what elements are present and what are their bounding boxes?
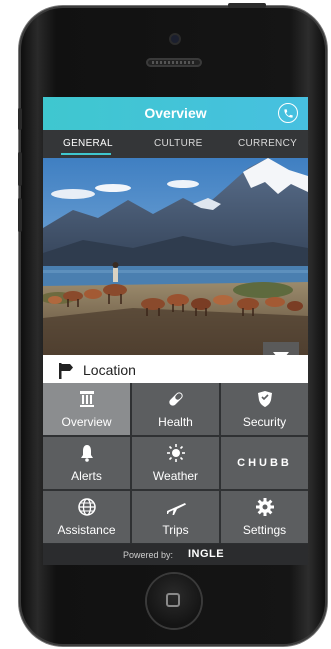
menu-tile-label: Settings — [242, 523, 287, 537]
tab-selected-indicator — [61, 153, 111, 155]
app-screen: Overview GENERAL CULTURE CURRENCY Locati… — [43, 97, 308, 565]
page-title: Overview — [144, 105, 207, 121]
menu-tile-security[interactable]: Security — [221, 383, 308, 435]
menu-tile-overview[interactable]: Overview — [43, 383, 130, 435]
menu-tile-weather[interactable]: Weather — [132, 437, 219, 489]
menu-tile-assistance[interactable]: Assistance — [43, 491, 130, 543]
tab-currency[interactable]: CURRENCY — [238, 138, 297, 149]
earpiece-speaker — [146, 58, 202, 67]
menu-tile-settings[interactable]: Settings — [221, 491, 308, 543]
sun-icon — [166, 444, 185, 462]
menu-tile-label: Security — [242, 415, 287, 429]
volume-down-button — [18, 198, 22, 232]
home-button[interactable] — [147, 574, 201, 628]
signpost-icon — [59, 363, 73, 379]
airplane-icon — [166, 503, 186, 515]
front-camera — [171, 35, 179, 43]
pillar-icon — [79, 391, 94, 407]
menu-tile-label: Alerts — [71, 469, 102, 483]
menu-tile-label: Assistance — [57, 523, 116, 537]
gear-icon — [255, 498, 274, 516]
menu-tile-trips[interactable]: Trips — [132, 491, 219, 543]
app-header: Overview — [43, 97, 308, 130]
menu-tile-label: Health — [158, 415, 193, 429]
bell-icon — [80, 445, 93, 462]
location-bar[interactable]: Location — [43, 355, 308, 383]
ingle-logo: INGLE — [188, 548, 225, 560]
mute-switch — [18, 108, 22, 130]
menu-tile-alerts[interactable]: Alerts — [43, 437, 130, 489]
menu-grid: Overview Health Security Alerts Weather … — [43, 383, 308, 543]
chubb-logo: CHUBB — [237, 457, 292, 469]
pill-icon — [168, 392, 183, 406]
menu-tile-label: Weather — [152, 469, 199, 483]
powered-by-label: Powered by: — [123, 550, 174, 560]
hero-photo — [43, 158, 308, 355]
location-label: Location — [83, 362, 136, 378]
menu-tile-health[interactable]: Health — [132, 383, 219, 435]
menu-tile-label: Trips — [162, 523, 189, 537]
footer: Powered by: INGLE — [43, 544, 308, 565]
tab-culture[interactable]: CULTURE — [154, 138, 203, 149]
home-square-icon — [166, 593, 180, 607]
phone-icon — [283, 108, 293, 118]
power-button — [228, 3, 266, 8]
shield-icon — [257, 391, 272, 407]
tab-general[interactable]: GENERAL — [63, 138, 113, 149]
menu-tile-label: Overview — [61, 415, 112, 429]
volume-up-button — [18, 152, 22, 186]
tab-bar: GENERAL CULTURE CURRENCY — [43, 130, 308, 158]
globe-icon — [77, 498, 96, 516]
call-button[interactable] — [278, 103, 298, 123]
mountain-lake-horses-photo — [43, 158, 308, 355]
menu-tile-chubb[interactable]: CHUBB — [221, 437, 308, 489]
